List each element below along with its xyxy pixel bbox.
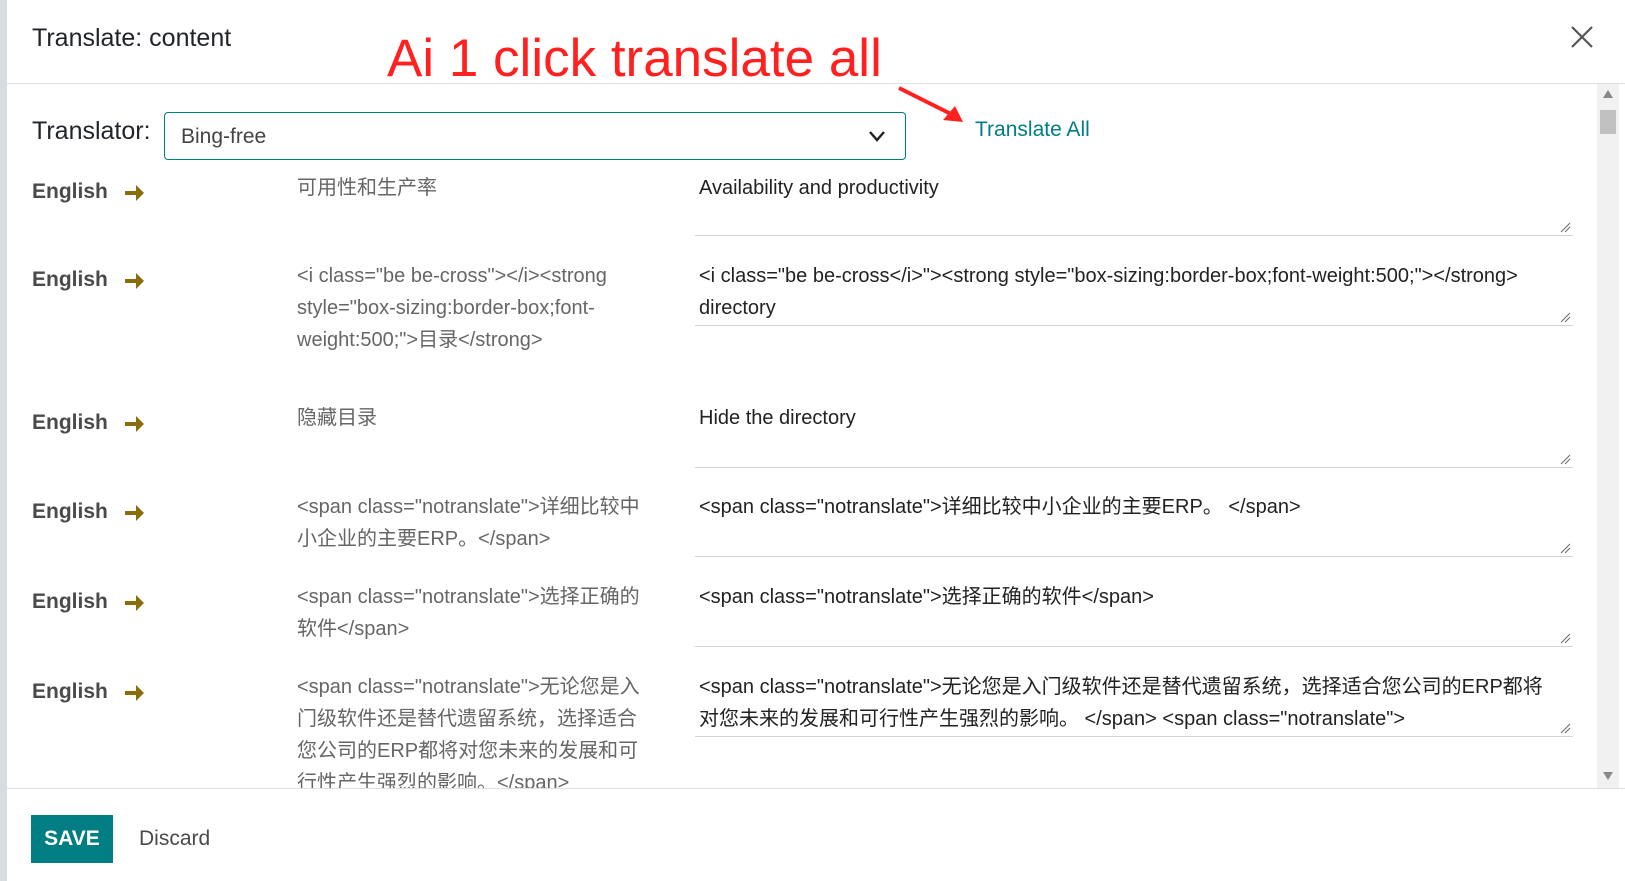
translation-input[interactable]: Hide the directory — [695, 402, 1573, 468]
resize-grip-icon[interactable] — [1559, 722, 1571, 734]
source-text: 可用性和生产率 — [297, 177, 437, 199]
resize-grip-icon[interactable] — [1559, 542, 1571, 554]
language-label: English — [32, 411, 108, 434]
source-text: <span class="notranslate">选择正确的软件</span> — [297, 586, 640, 640]
arrow-right-icon — [125, 595, 144, 611]
arrow-right-icon — [125, 185, 144, 201]
close-button[interactable] — [1565, 20, 1599, 54]
scroll-up-icon — [1603, 90, 1613, 98]
translator-select[interactable]: Bing-free — [164, 112, 906, 160]
translate-dialog: Translate: content Ai 1 click translate … — [7, 0, 1625, 881]
translate-all-button[interactable]: Translate All — [975, 118, 1090, 142]
dialog-header: Translate: content Ai 1 click translate … — [7, 0, 1625, 88]
dialog-title: Translate: content — [32, 24, 232, 52]
chevron-down-icon — [869, 131, 885, 142]
discard-button[interactable]: Discard — [131, 815, 218, 863]
translation-input[interactable]: <span class="notranslate">详细比较中小企业的主要ERP… — [695, 491, 1573, 557]
resize-grip-icon[interactable] — [1559, 453, 1571, 465]
scroll-down-icon — [1603, 772, 1613, 780]
dialog-body: Translator: Bing-free Translate All Engl… — [7, 84, 1625, 788]
source-text: <i class="be be-cross"></i><strong style… — [297, 265, 607, 351]
language-label: English — [32, 180, 108, 203]
source-text: 隐藏目录 — [297, 407, 377, 429]
translation-row: English 可用性和生产率 Availability and product… — [7, 170, 1597, 240]
source-text: <span class="notranslate">无论您是入门级软件还是替代遗… — [297, 676, 640, 788]
resize-grip-icon[interactable] — [1559, 632, 1571, 644]
annotation-text: Ai 1 click translate all — [387, 29, 882, 88]
arrow-right-icon — [125, 685, 144, 701]
arrow-right-icon — [125, 416, 144, 432]
language-label: English — [32, 590, 108, 613]
resize-grip-icon[interactable] — [1559, 311, 1571, 323]
scroll-thumb[interactable] — [1600, 110, 1616, 134]
translation-row: English <span class="notranslate">无论您是入门… — [7, 671, 1597, 788]
translation-row: English <span class="notranslate">详细比较中小… — [7, 491, 1597, 561]
translation-input[interactable]: Availability and productivity — [695, 172, 1573, 236]
translation-row: English 隐藏目录 Hide the directory — [7, 402, 1597, 472]
dialog-scrollbar[interactable] — [1597, 84, 1619, 788]
translation-input[interactable]: <span class="notranslate">无论您是入门级软件还是替代遗… — [695, 671, 1573, 737]
source-text: <span class="notranslate">详细比较中小企业的主要ERP… — [297, 496, 640, 550]
close-icon — [1571, 26, 1593, 48]
background-page-strip — [0, 0, 7, 881]
translation-row: English <span class="notranslate">选择正确的软… — [7, 581, 1597, 651]
language-label: English — [32, 268, 108, 291]
arrow-right-icon — [125, 273, 144, 289]
language-label: English — [32, 680, 108, 703]
translation-input[interactable]: <i class="be be-cross</i>"><strong style… — [695, 260, 1573, 326]
translator-label: Translator: — [32, 117, 151, 145]
translation-row: English <i class="be be-cross"></i><stro… — [7, 258, 1597, 388]
save-button[interactable]: SAVE — [31, 815, 113, 863]
translation-input[interactable]: <span class="notranslate">选择正确的软件</span> — [695, 581, 1573, 647]
arrow-right-icon — [125, 505, 144, 521]
dialog-footer: SAVE Discard — [7, 788, 1625, 881]
translator-select-value: Bing-free — [181, 125, 267, 148]
resize-grip-icon[interactable] — [1559, 221, 1571, 233]
language-label: English — [32, 500, 108, 523]
